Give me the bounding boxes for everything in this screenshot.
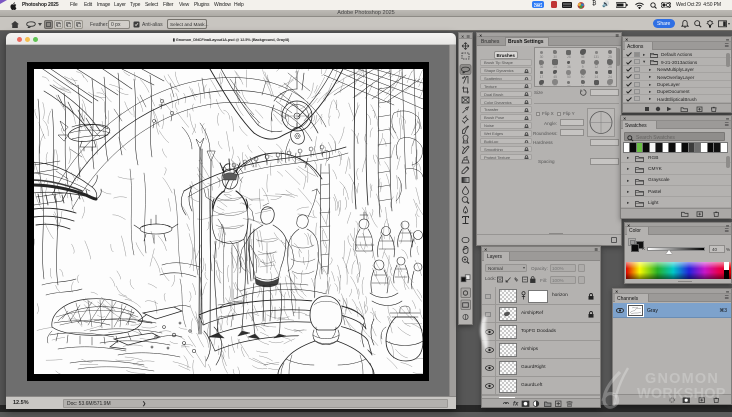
- svg-text:fx: fx: [513, 402, 519, 408]
